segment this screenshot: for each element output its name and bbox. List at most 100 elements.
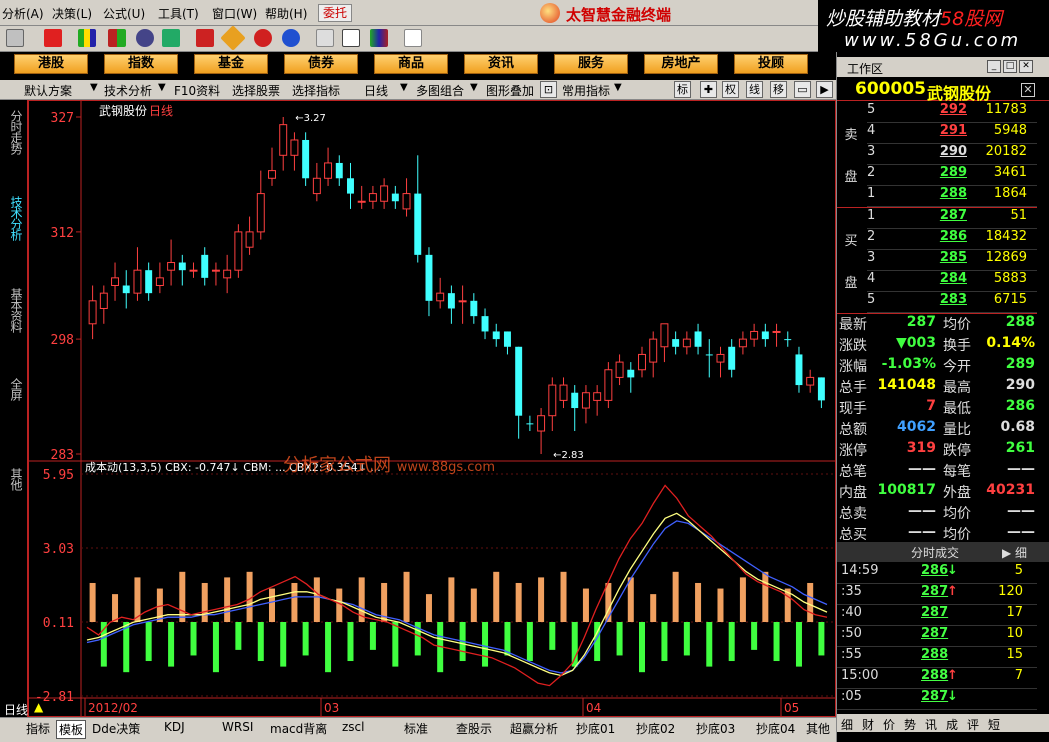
fn-f10[interactable]: F10资料 [174, 82, 220, 99]
close-icon[interactable]: ✕ [1019, 60, 1033, 73]
menu-decision[interactable]: 决策(L) [52, 5, 92, 22]
buy-order-row[interactable]: 3 285 12869 [867, 250, 1037, 271]
tab-intraday[interactable]: 分时走势 [5, 110, 23, 154]
order-price[interactable]: 284 [911, 271, 967, 286]
chart-canvas[interactable]: 3273122982835.953.030.11-2.81←3.27←2.832… [29, 101, 835, 716]
minimize-icon[interactable]: _ [987, 60, 1001, 73]
dropdown-arrow-icon[interactable]: ▼ [470, 82, 480, 97]
sell-order-row[interactable]: 3 290 20182 [867, 144, 1037, 165]
order-price[interactable]: 289 [911, 165, 967, 180]
kline-chart[interactable]: 327 312 298 283 5.95 3.03 0.11 -2.81 ←3.27 ←2.83 2… [28, 100, 836, 717]
order-price[interactable]: 287 [911, 208, 967, 223]
order-price[interactable]: 288 [911, 186, 967, 201]
buy-order-row[interactable]: 1 287 51 [867, 208, 1037, 229]
indicator-tab[interactable]: macd背离 [270, 720, 327, 737]
fn-period[interactable]: 日线 [364, 82, 388, 99]
restore-icon[interactable]: □ [1003, 60, 1017, 73]
tick-row[interactable]: :50 287 10 [837, 626, 1037, 647]
indicator-tab[interactable]: 指标 [26, 720, 50, 737]
order-price[interactable]: 290 [911, 144, 967, 159]
tick-row[interactable]: :55 288 15 [837, 647, 1037, 668]
cat-index[interactable]: 指数 [104, 54, 178, 74]
menu-tools[interactable]: 工具(T) [158, 5, 199, 22]
indicator-tab[interactable]: 抄底03 [696, 720, 735, 737]
tab-fundamentals[interactable]: 基本资料 [5, 288, 23, 332]
indicator-tab[interactable]: 超赢分析 [510, 720, 558, 737]
dropdown-arrow-icon[interactable]: ▼ [614, 82, 624, 97]
cat-service[interactable]: 服务 [554, 54, 628, 74]
cat-hk-stocks[interactable]: 港股 [14, 54, 88, 74]
quote-tab[interactable]: 评 [967, 716, 979, 733]
lock-icon[interactable]: ⊡ [540, 81, 557, 98]
help-pointer-icon[interactable] [404, 29, 422, 47]
quote-tab[interactable]: 细 [841, 716, 853, 733]
pen-icon[interactable] [6, 29, 24, 47]
order-price[interactable]: 286 [911, 229, 967, 244]
quote-tab[interactable]: 成 [946, 716, 958, 733]
indicator-tab[interactable]: 标准 [404, 720, 428, 737]
indicator-tab[interactable]: 抄底01 [576, 720, 615, 737]
fn-mark-button[interactable]: 标 [674, 81, 691, 98]
menu-window[interactable]: 窗口(W) [212, 5, 257, 22]
cat-commodity[interactable]: 商品 [374, 54, 448, 74]
tab-fullscreen[interactable]: 全屏 [5, 378, 23, 400]
indicator-tab[interactable]: 查股示 [456, 720, 492, 737]
order-price[interactable]: 285 [911, 250, 967, 265]
fn-multi-chart[interactable]: 多图组合 [416, 82, 464, 99]
fn-select-stock[interactable]: 选择股票 [232, 82, 280, 99]
order-price[interactable]: 292 [911, 102, 967, 117]
menu-help[interactable]: 帮助(H) [265, 5, 307, 22]
bars-icon[interactable] [108, 29, 126, 47]
cat-real-estate[interactable]: 房地产 [644, 54, 718, 74]
tick-detail-button[interactable]: ▶ 细 [1002, 544, 1027, 561]
quote-tab[interactable]: 势 [904, 716, 916, 733]
tab-technical[interactable]: 技术分析 [5, 196, 23, 240]
close-quote-icon[interactable]: ✕ [1021, 83, 1035, 97]
tick-row[interactable]: 14:59 286 ↓ 5 [837, 563, 1037, 584]
play-icon[interactable]: ▶ [816, 81, 833, 98]
fn-technical[interactable]: 技术分析 [104, 82, 152, 99]
window-icon[interactable] [342, 29, 360, 47]
crosshair-icon[interactable]: ✚ [700, 81, 717, 98]
indicator-tab[interactable]: KDJ [164, 720, 185, 734]
sell-order-row[interactable]: 1 288 1864 [867, 186, 1037, 207]
menu-formula[interactable]: 公式(U) [103, 5, 145, 22]
fn-move-button[interactable]: 移 [770, 81, 787, 98]
fn-default-scheme[interactable]: 默认方案 [24, 82, 72, 99]
cat-bond[interactable]: 债券 [284, 54, 358, 74]
fn-overlay[interactable]: 图形叠加 [486, 82, 534, 99]
fn-rights-button[interactable]: 权 [722, 81, 739, 98]
sell-order-row[interactable]: 5 292 11783 [867, 102, 1037, 123]
buy-order-row[interactable]: 4 284 5883 [867, 271, 1037, 292]
red-circle-icon[interactable] [254, 29, 272, 47]
question-icon[interactable] [196, 29, 214, 47]
dollar-icon[interactable] [44, 29, 62, 47]
binoculars-icon[interactable] [136, 29, 154, 47]
indicator-tab[interactable]: WRSI [222, 720, 253, 734]
tick-row[interactable]: :40 287 17 [837, 605, 1037, 626]
trade-button[interactable]: 委托 [318, 4, 352, 22]
tick-row[interactable]: :35 287 ↑ 120 [837, 584, 1037, 605]
fn-common-indicators[interactable]: 常用指标 [562, 82, 610, 99]
fn-select-indicator[interactable]: 选择指标 [292, 82, 340, 99]
order-price[interactable]: 283 [911, 292, 967, 307]
cat-fund[interactable]: 基金 [194, 54, 268, 74]
quote-tab[interactable]: 价 [883, 716, 895, 733]
sell-order-row[interactable]: 2 289 3461 [867, 165, 1037, 186]
indicator-tab[interactable]: 其他 [806, 720, 830, 737]
order-price[interactable]: 291 [911, 123, 967, 138]
sell-order-row[interactable]: 4 291 5948 [867, 123, 1037, 144]
dropdown-arrow-icon[interactable]: ▼ [90, 82, 100, 97]
flag-icon[interactable] [78, 29, 96, 47]
print-icon[interactable] [316, 29, 334, 47]
dropdown-arrow-icon[interactable]: ▼ [400, 82, 410, 97]
quote-tab[interactable]: 讯 [925, 716, 937, 733]
diamond-icon[interactable] [220, 25, 246, 51]
cat-advisor[interactable]: 投顾 [734, 54, 808, 74]
menu-analysis[interactable]: 分析(A) [2, 5, 44, 22]
window-toggle-icon[interactable]: ▭ [794, 81, 811, 98]
quote-tab[interactable]: 财 [862, 716, 874, 733]
tick-row[interactable]: :05 287 ↓ [837, 689, 1037, 710]
indicator-tab[interactable]: 抄底02 [636, 720, 675, 737]
indicator-tab[interactable]: zscl [342, 720, 364, 734]
